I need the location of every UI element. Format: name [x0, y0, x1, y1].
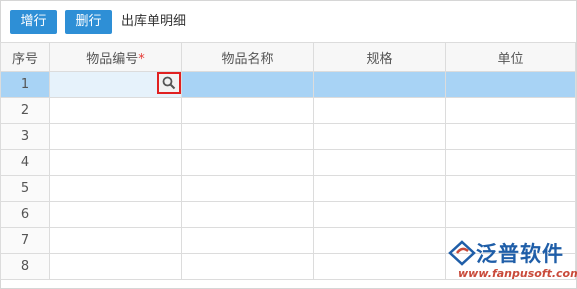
item-code-cell[interactable]	[49, 175, 182, 202]
spec-cell[interactable]	[313, 227, 446, 254]
column-header-unit: 单位	[445, 42, 576, 72]
item-name-cell[interactable]	[181, 253, 314, 280]
item-code-cell[interactable]	[49, 149, 182, 176]
item-name-cell[interactable]	[181, 175, 314, 202]
unit-cell[interactable]	[445, 97, 576, 124]
brand-logo-icon	[448, 240, 476, 266]
row-number: 3	[0, 123, 50, 150]
spec-cell[interactable]	[313, 123, 446, 150]
table-row[interactable]: 6	[0, 201, 576, 228]
item-code-header-label: 物品编号	[86, 51, 139, 67]
item-name-cell[interactable]	[181, 123, 314, 150]
column-header-spec: 规格	[313, 42, 446, 72]
spec-cell[interactable]	[313, 149, 446, 176]
unit-cell[interactable]	[445, 123, 576, 150]
row-number: 2	[0, 97, 50, 124]
row-number: 4	[0, 149, 50, 176]
row-number: 6	[0, 201, 50, 228]
delete-row-button[interactable]: 删行	[65, 10, 112, 34]
column-header-seq: 序号	[0, 42, 50, 72]
item-code-cell[interactable]	[49, 201, 182, 228]
item-name-cell[interactable]	[181, 71, 314, 98]
spec-cell[interactable]	[313, 201, 446, 228]
item-code-cell[interactable]	[49, 253, 182, 280]
unit-cell[interactable]	[445, 201, 576, 228]
required-mark: *	[138, 51, 145, 67]
item-name-cell[interactable]	[181, 201, 314, 228]
item-code-cell[interactable]	[49, 123, 182, 150]
unit-cell[interactable]	[445, 71, 576, 98]
row-number: 8	[0, 253, 50, 280]
watermark-url: www.fanpusoft.com	[458, 267, 577, 280]
spec-cell[interactable]	[313, 97, 446, 124]
section-title: 出库单明细	[121, 14, 187, 29]
item-code-cell[interactable]	[49, 97, 182, 124]
watermark-logo: 泛普软件 www.fanpusoft.com	[446, 238, 577, 284]
item-code-cell[interactable]	[49, 227, 182, 254]
table-row[interactable]: 4	[0, 149, 576, 176]
table-row[interactable]: 2	[0, 97, 576, 124]
unit-cell[interactable]	[445, 149, 576, 176]
column-header-item-code: 物品编号*	[49, 42, 182, 72]
add-row-button[interactable]: 增行	[10, 10, 57, 34]
row-number: 7	[0, 227, 50, 254]
watermark-brand-text: 泛普软件	[476, 242, 564, 266]
spec-cell[interactable]	[313, 175, 446, 202]
column-header-item-name: 物品名称	[181, 42, 314, 72]
search-icon	[162, 76, 176, 90]
table-header-row: 序号 物品编号* 物品名称 规格 单位	[0, 42, 576, 72]
row-number: 1	[0, 71, 50, 98]
item-name-cell[interactable]	[181, 97, 314, 124]
item-name-cell[interactable]	[181, 149, 314, 176]
toolbar: 增行 删行 出库单明细	[0, 0, 575, 42]
spec-cell[interactable]	[313, 253, 446, 280]
table-row[interactable]: 3	[0, 123, 576, 150]
table-row[interactable]: 1	[0, 71, 576, 98]
row-number: 5	[0, 175, 50, 202]
spec-cell[interactable]	[313, 71, 446, 98]
unit-cell[interactable]	[445, 175, 576, 202]
table-row[interactable]: 5	[0, 175, 576, 202]
item-lookup-button[interactable]	[157, 72, 181, 94]
item-code-input[interactable]	[49, 71, 182, 98]
item-name-cell[interactable]	[181, 227, 314, 254]
